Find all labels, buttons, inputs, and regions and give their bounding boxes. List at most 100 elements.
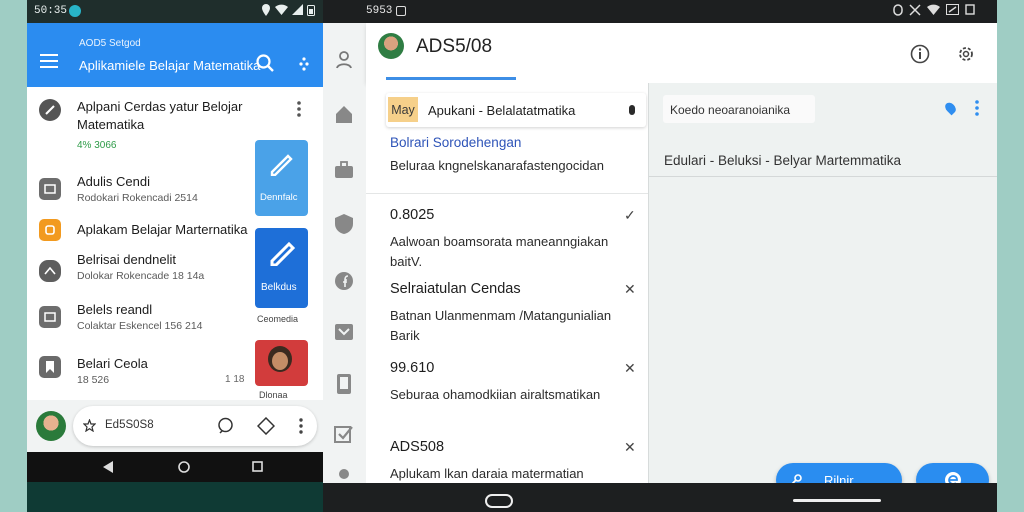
more-options-icon[interactable] bbox=[299, 57, 309, 71]
more-options-icon[interactable] bbox=[975, 100, 979, 116]
tablet-app: ADS5/08 May Apukani - Belalatatmatika Bo… bbox=[323, 23, 997, 497]
star-icon[interactable] bbox=[83, 419, 96, 432]
bottom-bar-label: Ed5S0S8 bbox=[105, 419, 154, 431]
tablet-header: ADS5/08 bbox=[366, 23, 997, 83]
more-options-icon[interactable] bbox=[297, 101, 301, 117]
tag-icon[interactable] bbox=[257, 417, 275, 435]
list-item-meta: 1 18 bbox=[225, 374, 245, 385]
tab-indicator bbox=[386, 77, 516, 80]
list-item-body: Aplukam lkan daraia matermatian bbox=[390, 466, 584, 481]
pin-icon bbox=[629, 105, 635, 115]
battery-icon bbox=[946, 4, 959, 15]
list-item[interactable]: Belels reandl Colaktar Eskencel 156 214 bbox=[27, 300, 252, 340]
list-item-body: Aalwoan boamsorata maneanngiakan baitV. bbox=[390, 234, 609, 269]
avatar[interactable] bbox=[378, 33, 404, 59]
notification-dot-icon bbox=[69, 5, 81, 17]
filter-chip[interactable]: May Apukani - Belalatatmatika bbox=[386, 93, 646, 127]
breadcrumb: Edulari - Beluksi - Belyar Martemmatika bbox=[664, 153, 902, 168]
info-icon[interactable] bbox=[910, 44, 930, 64]
list-item[interactable]: 99.610 Seburaa ohamodkiian airaltsmatika… bbox=[390, 360, 640, 405]
app-bar-title: Aplikamiele Belajar Matematika bbox=[79, 58, 261, 73]
page-title: ADS5/08 bbox=[416, 36, 493, 57]
signal-icon bbox=[292, 4, 303, 15]
pencil-icon bbox=[270, 154, 293, 176]
side-card[interactable]: Belkdus bbox=[255, 228, 308, 308]
app-bar-subtitle: AOD5 Setgod bbox=[79, 38, 141, 49]
home-icon[interactable] bbox=[334, 104, 354, 124]
list-item[interactable]: Belari Ceola 18 526 1 18 bbox=[27, 354, 252, 394]
list-item-title: Belari Ceola bbox=[77, 356, 148, 371]
search-input[interactable]: Koedo neoaranoianika bbox=[663, 95, 815, 123]
side-card-photo[interactable] bbox=[255, 340, 308, 386]
side-card-caption: Ceomedia bbox=[257, 314, 299, 324]
list-item-meta: 4% 3066 bbox=[77, 140, 117, 151]
tablet-status-icons bbox=[893, 4, 975, 16]
briefcase-icon[interactable] bbox=[334, 161, 354, 179]
close-icon[interactable]: ✕ bbox=[624, 281, 636, 298]
list-item-title: Aplakam Belajar Marternatika bbox=[77, 222, 248, 237]
detail-pane: Koedo neoaranoianika Edulari - Beluksi -… bbox=[648, 83, 997, 497]
phone-icon[interactable] bbox=[334, 373, 354, 395]
location-icon bbox=[262, 4, 270, 16]
list-item-subtitle: Colaktar Eskencel 156 214 bbox=[77, 320, 203, 332]
list-item-title: Belels reandl bbox=[77, 302, 153, 317]
chat-bubble-icon[interactable] bbox=[217, 417, 234, 434]
list-item-title: ADS508 bbox=[390, 439, 445, 455]
phone-bezel bbox=[27, 482, 323, 512]
person-icon[interactable] bbox=[334, 468, 354, 482]
list-item-title: 99.610 bbox=[390, 360, 435, 376]
bookmark-icon bbox=[39, 356, 61, 378]
chip-tag: May bbox=[388, 97, 418, 122]
chip-label: Apukani - Belalatatmatika bbox=[428, 103, 576, 118]
person-face bbox=[272, 352, 288, 370]
avatar[interactable] bbox=[36, 411, 66, 441]
list-item-title: Aplpani Cerdas yatur Belojar Matematika bbox=[77, 99, 243, 132]
list-item-body: Batnan Ulanmenmam /Matangunialian Barik bbox=[390, 308, 612, 343]
phone-screen: 50:35 AOD5 Setgod Aplikamiele Belajar Ma… bbox=[27, 0, 323, 512]
checkbox-icon[interactable] bbox=[334, 423, 354, 443]
divider bbox=[649, 176, 997, 177]
list-item-title: Bolrari Sorodehengan bbox=[390, 135, 522, 150]
list-item[interactable]: Aplpani Cerdas yatur Belojar Matematika … bbox=[27, 95, 301, 161]
home-icon[interactable] bbox=[178, 461, 190, 473]
screenshot-icon bbox=[396, 6, 406, 16]
shield-icon[interactable] bbox=[334, 213, 354, 235]
lightbulb-icon bbox=[39, 99, 61, 121]
list-item[interactable]: Selraiatulan Cendas Batnan Ulanmenmam /M… bbox=[390, 281, 640, 346]
side-card-label: Belkdus bbox=[261, 282, 297, 293]
phone-status-time: 50:35 bbox=[34, 5, 68, 17]
chevron-down-icon[interactable] bbox=[334, 323, 354, 341]
gear-icon[interactable] bbox=[956, 44, 976, 64]
notification-icon bbox=[965, 4, 975, 15]
list-item-title: Belrisai dendnelit bbox=[77, 252, 177, 267]
person-icon[interactable] bbox=[334, 49, 354, 69]
navigation-rail bbox=[323, 23, 366, 483]
menu-icon[interactable] bbox=[40, 54, 58, 68]
gesture-handle[interactable] bbox=[793, 499, 881, 502]
tablet-navigation-bar bbox=[323, 483, 997, 512]
close-icon[interactable]: ✕ bbox=[624, 439, 636, 456]
divider bbox=[366, 193, 648, 194]
list-item[interactable]: ADS508 Aplukam lkan daraia matermatian bbox=[390, 439, 640, 484]
list-item[interactable]: Bolrari Sorodehengan Beluraa kngnelskana… bbox=[390, 135, 640, 176]
close-icon[interactable]: ✕ bbox=[624, 360, 636, 377]
home-pill-icon[interactable] bbox=[485, 494, 513, 508]
phone-navigation-bar bbox=[27, 452, 323, 482]
side-card[interactable]: Dennfalc bbox=[255, 140, 308, 216]
tablet-status-time: 5953 bbox=[366, 5, 393, 17]
list-item[interactable]: Belrisai dendnelit Dolokar Rokencade 18 … bbox=[27, 250, 252, 290]
facebook-icon[interactable] bbox=[334, 271, 354, 291]
recents-icon[interactable] bbox=[252, 461, 263, 472]
list-item-title: Selraiatulan Cendas bbox=[390, 281, 521, 297]
check-icon[interactable]: ✓ bbox=[624, 207, 636, 224]
more-options-icon[interactable] bbox=[299, 418, 303, 434]
bottom-action-bar: Ed5S0S8 bbox=[73, 406, 317, 446]
list-item[interactable]: Adulis Cendi Rodokari Rokencadi 2514 bbox=[27, 172, 252, 212]
side-card-caption: Dlonaa bbox=[259, 390, 288, 400]
location-pin-icon[interactable] bbox=[943, 100, 958, 116]
image-icon bbox=[39, 178, 61, 200]
list-item[interactable]: Aplakam Belajar Marternatika bbox=[27, 218, 252, 244]
back-icon[interactable] bbox=[103, 461, 113, 473]
search-icon[interactable] bbox=[256, 54, 274, 72]
list-item[interactable]: 0.8025 Aalwoan boamsorata maneanngiakan … bbox=[390, 207, 640, 272]
